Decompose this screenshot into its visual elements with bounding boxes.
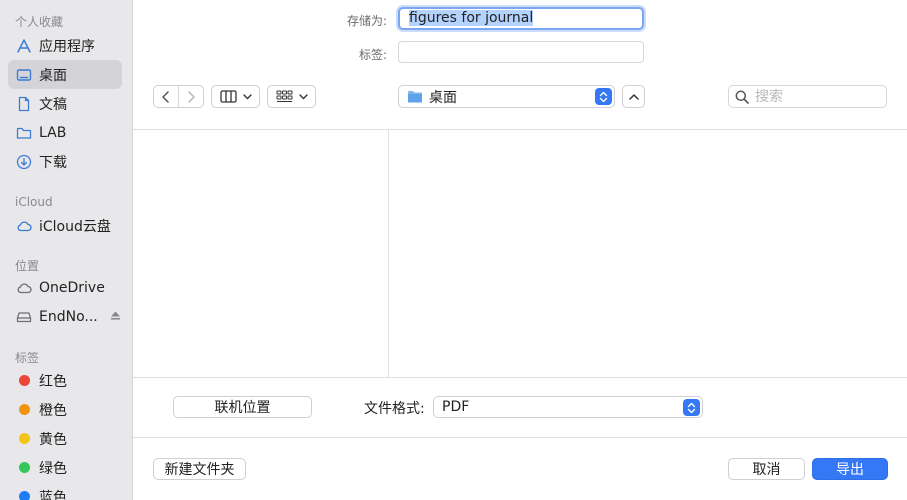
tag-color-dot xyxy=(18,433,30,444)
group-button[interactable] xyxy=(267,85,316,108)
sidebar-item-label: 绿色 xyxy=(39,460,67,477)
desktop-icon xyxy=(16,67,32,83)
applications-icon xyxy=(16,38,32,54)
format-label: 文件格式: xyxy=(364,401,425,417)
sidebar-item-tag-green[interactable]: 绿色 xyxy=(8,453,122,482)
document-icon xyxy=(16,96,32,112)
browser-column[interactable] xyxy=(133,130,389,377)
location-label: 桌面 xyxy=(429,89,457,106)
search-icon xyxy=(735,90,749,104)
sidebar-item-desktop[interactable]: 桌面 xyxy=(8,60,122,89)
sidebar-item-label: 桌面 xyxy=(39,67,67,84)
options-row: 联机位置 文件格式: PDF xyxy=(133,378,907,438)
chevron-down-icon xyxy=(298,93,308,99)
sidebar-item-label: 应用程序 xyxy=(39,38,95,55)
search-input[interactable] xyxy=(755,88,875,105)
cloud-icon xyxy=(16,218,32,234)
sidebar-item-onedrive[interactable]: OneDrive xyxy=(8,273,122,302)
collapse-button[interactable] xyxy=(622,85,645,108)
tags-label: 标签: xyxy=(358,48,387,62)
sidebar-item-label: OneDrive xyxy=(39,279,105,296)
eject-icon[interactable] xyxy=(110,309,121,325)
tag-color-dot xyxy=(18,491,30,500)
save-as-value: figures for journal xyxy=(409,10,534,26)
sidebar-item-applications[interactable]: 应用程序 xyxy=(8,31,122,60)
sidebar-item-label: 蓝色 xyxy=(39,489,67,500)
updown-stepper-icon xyxy=(683,399,700,416)
sidebar-item-label: 文稿 xyxy=(39,96,67,113)
locations-section-title: 位置 xyxy=(15,259,40,273)
chevron-left-icon xyxy=(162,90,169,103)
format-value: PDF xyxy=(442,399,470,415)
tags-section-title: 标签 xyxy=(15,351,40,365)
sidebar-item-endnote[interactable]: EndNo... xyxy=(8,302,122,331)
chevron-down-icon xyxy=(242,93,252,99)
sidebar-item-tag-red[interactable]: 红色 xyxy=(8,366,122,395)
download-icon xyxy=(16,154,32,170)
updown-stepper-icon xyxy=(595,88,612,105)
sidebar-item-downloads[interactable]: 下载 xyxy=(8,147,122,176)
sidebar-item-tag-orange[interactable]: 橙色 xyxy=(8,395,122,424)
cloud-icon xyxy=(16,280,32,296)
back-forward-group xyxy=(153,85,204,108)
sidebar-item-lab[interactable]: LAB xyxy=(8,118,122,147)
save-as-label: 存储为: xyxy=(346,14,387,28)
sidebar-item-label: 橙色 xyxy=(39,402,67,419)
sidebar-item-tag-yellow[interactable]: 黄色 xyxy=(8,424,122,453)
location-popup[interactable]: 桌面 xyxy=(398,85,615,108)
export-button[interactable]: 导出 xyxy=(812,458,888,480)
forward-button[interactable] xyxy=(179,86,203,107)
tag-color-dot xyxy=(18,462,30,473)
new-folder-button[interactable]: 新建文件夹 xyxy=(153,458,246,480)
cancel-button[interactable]: 取消 xyxy=(728,458,805,480)
drive-icon xyxy=(16,309,32,325)
sidebar-item-label: EndNo... xyxy=(39,308,98,325)
chevron-right-icon xyxy=(188,90,195,103)
save-as-input[interactable]: figures for journal xyxy=(398,7,644,30)
search-field[interactable] xyxy=(728,85,887,108)
sidebar-item-label: LAB xyxy=(39,124,67,141)
sidebar-item-icloud-drive[interactable]: iCloud云盘 xyxy=(8,211,122,240)
sidebar-item-tag-blue[interactable]: 蓝色 xyxy=(8,482,122,500)
file-browser[interactable] xyxy=(133,129,907,378)
sidebar-item-documents[interactable]: 文稿 xyxy=(8,89,122,118)
tag-color-dot xyxy=(18,404,30,415)
save-dialog: 存储为: figures for journal 标签: 桌面 搜索 联机位置 … xyxy=(133,0,907,500)
sidebar: 个人收藏 应用程序 桌面 文稿 LAB 下载 iCloud iCloud云盘 位… xyxy=(0,0,133,500)
format-select[interactable]: PDF xyxy=(433,396,703,418)
icloud-section-title: iCloud xyxy=(15,195,53,209)
sidebar-item-label: 黄色 xyxy=(39,431,67,448)
grid-group-icon xyxy=(276,90,292,102)
back-button[interactable] xyxy=(154,86,179,107)
sidebar-item-label: 红色 xyxy=(39,373,67,390)
columns-view-icon xyxy=(219,90,237,103)
sidebar-item-label: iCloud云盘 xyxy=(39,218,111,235)
network-location-button[interactable]: 联机位置 xyxy=(173,396,312,418)
tags-input[interactable] xyxy=(398,41,644,63)
favorites-section-title: 个人收藏 xyxy=(15,15,64,29)
folder-icon xyxy=(16,125,32,141)
view-mode-button[interactable] xyxy=(211,85,260,108)
tag-color-dot xyxy=(18,375,30,386)
folder-icon xyxy=(408,91,422,103)
sidebar-item-label: 下载 xyxy=(39,154,67,171)
chevron-up-icon xyxy=(628,94,639,100)
